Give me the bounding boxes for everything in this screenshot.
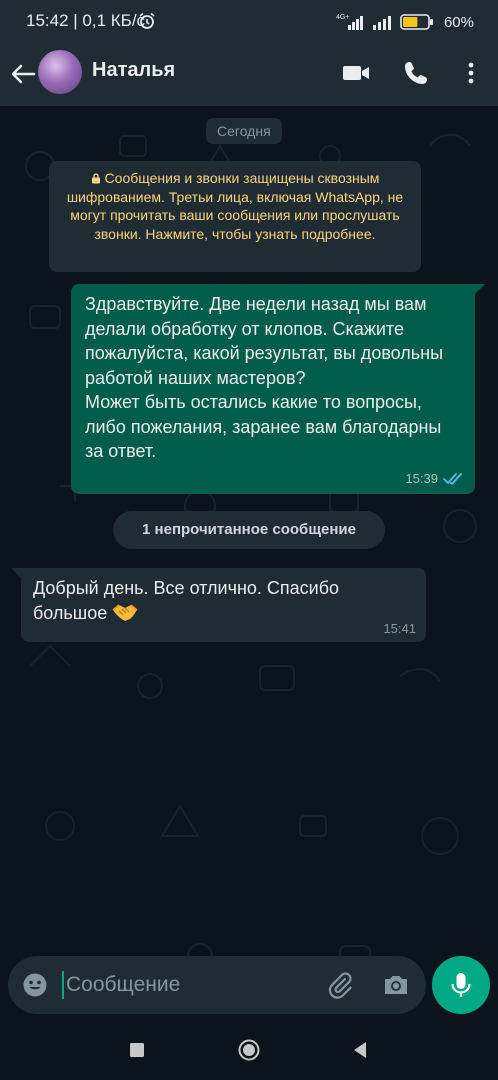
read-receipt-icon xyxy=(443,472,462,485)
emoji-icon[interactable] xyxy=(22,972,48,998)
battery-percent: 60% xyxy=(443,13,474,31)
unread-messages-divider: 1 непрочитанное сообщение xyxy=(113,511,385,549)
status-time-speed: 15:42 | 0,1 КБ/с xyxy=(26,11,146,30)
status-indicators: 4G+ 60% xyxy=(336,12,474,32)
avatar[interactable] xyxy=(38,50,82,94)
message-composer xyxy=(8,956,426,1014)
camera-icon[interactable] xyxy=(382,972,410,998)
system-navigation-bar xyxy=(0,1020,498,1080)
message-meta: 15:39 xyxy=(405,471,465,486)
voice-message-button[interactable] xyxy=(432,956,490,1014)
alarm-icon xyxy=(139,12,155,29)
attach-icon[interactable] xyxy=(326,971,354,999)
back-icon[interactable] xyxy=(348,1038,372,1062)
message-time: 15:39 xyxy=(405,471,438,486)
encryption-notice[interactable]: Сообщения и звонки защищены сквозным шиф… xyxy=(49,161,421,272)
text-caret xyxy=(62,971,64,999)
bubble-tail xyxy=(11,568,21,578)
microphone-icon xyxy=(451,973,471,997)
message-outgoing[interactable]: Здравствуйте. Две недели назад мы вам де… xyxy=(71,284,475,494)
signal-icon: 4G+ xyxy=(336,14,363,30)
recent-apps-icon[interactable] xyxy=(125,1038,149,1062)
message-time: 15:41 xyxy=(383,621,416,636)
home-icon[interactable] xyxy=(237,1038,261,1062)
chat-area[interactable]: Сегодня Сообщения и звонки защищены скво… xyxy=(0,106,498,1020)
handshake-emoji-icon xyxy=(112,604,138,621)
battery-icon xyxy=(400,14,433,30)
date-separator: Сегодня xyxy=(206,118,282,144)
bubble-tail xyxy=(475,284,485,294)
message-text: Добрый день. Все отлично. Спасибо большо… xyxy=(33,578,340,623)
message-text-container: Добрый день. Все отлично. Спасибо большо… xyxy=(33,576,414,626)
encryption-notice-text: Сообщения и звонки защищены сквозным шиф… xyxy=(66,170,404,242)
lock-icon xyxy=(91,173,100,184)
phone-call-icon[interactable] xyxy=(401,58,431,88)
status-bar: 15:42 | 0,1 КБ/с 4G+ 60% xyxy=(0,0,498,44)
chat-header: Наталья xyxy=(0,44,498,106)
message-input[interactable] xyxy=(66,970,316,1000)
message-text: Здравствуйте. Две недели назад мы вам де… xyxy=(85,294,444,461)
signal-icon-2 xyxy=(372,16,391,30)
video-call-icon[interactable] xyxy=(341,58,371,88)
more-options-icon[interactable] xyxy=(456,58,486,88)
network-type-label: 4G+ xyxy=(336,14,349,21)
message-incoming[interactable]: Добрый день. Все отлично. Спасибо большо… xyxy=(21,568,426,642)
contact-name[interactable]: Наталья xyxy=(92,59,175,82)
back-arrow-icon[interactable] xyxy=(8,59,38,89)
